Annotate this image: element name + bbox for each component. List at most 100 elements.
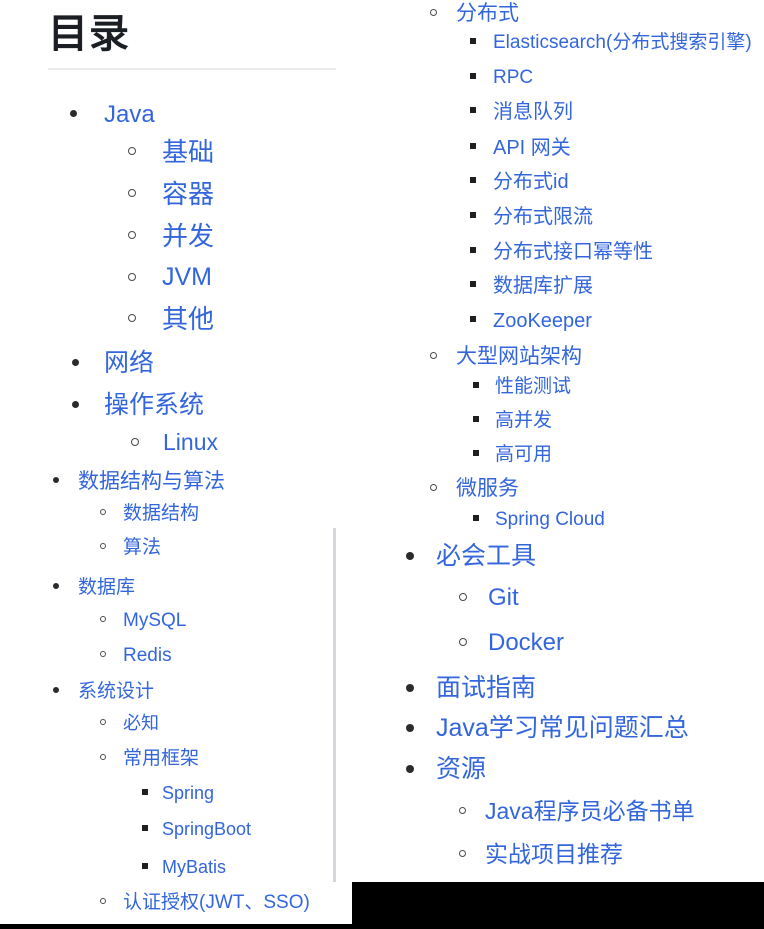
toc-item-level-3[interactable]: Spring <box>0 781 352 807</box>
toc-item-level-3[interactable]: MyBatis <box>0 855 352 881</box>
toc-item-level-3[interactable]: 性能测试 <box>352 374 764 401</box>
toc-item-level-1[interactable]: 数据结构与算法 <box>0 468 352 497</box>
toc-item-level-2[interactable]: 容器 <box>0 178 352 212</box>
toc-link[interactable]: Docker <box>488 628 564 658</box>
toc-item-level-3[interactable]: 高并发 <box>352 408 764 435</box>
toc-link[interactable]: Java <box>104 100 155 130</box>
toc-link[interactable]: Elasticsearch(分布式搜索引擎) <box>493 30 752 55</box>
toc-item-level-3[interactable]: 分布式接口幂等性 <box>352 239 764 267</box>
toc-link[interactable]: 基础 <box>162 136 214 168</box>
toc-link[interactable]: 常用框架 <box>123 746 199 771</box>
toc-link[interactable]: 数据库 <box>78 575 135 600</box>
toc-item-level-3[interactable]: 数据库扩展 <box>352 273 764 301</box>
square-bullet-icon <box>470 38 476 44</box>
toc-link[interactable]: Spring Cloud <box>495 507 605 532</box>
toc-item-level-2[interactable]: Linux <box>0 428 352 459</box>
toc-link[interactable]: Linux <box>163 428 218 457</box>
disc-bullet-icon <box>53 477 59 483</box>
toc-item-level-2[interactable]: Docker <box>352 628 764 660</box>
toc-item-level-1[interactable]: 必会工具 <box>352 541 764 574</box>
toc-item-level-1[interactable]: 面试指南 <box>352 673 764 706</box>
toc-item-level-2[interactable]: 分布式 <box>352 0 764 29</box>
toc-link[interactable]: 必知 <box>123 711 159 735</box>
toc-link[interactable]: 必会工具 <box>436 541 536 572</box>
toc-item-level-3[interactable]: API 网关 <box>352 135 764 163</box>
toc-item-level-3[interactable]: 高可用 <box>352 442 764 469</box>
toc-link[interactable]: JVM <box>162 262 212 293</box>
toc-link[interactable]: RPC <box>493 65 533 90</box>
circle-bullet-icon <box>459 638 467 646</box>
toc-link[interactable]: SpringBoot <box>162 817 251 841</box>
toc-item-level-1[interactable]: 数据库 <box>0 575 352 602</box>
toc-link[interactable]: 性能测试 <box>495 374 571 399</box>
toc-link[interactable]: 面试指南 <box>436 673 536 704</box>
square-bullet-icon <box>142 789 148 795</box>
toc-item-level-3[interactable]: SpringBoot <box>0 817 352 843</box>
toc-item-level-2[interactable]: JVM <box>0 262 352 295</box>
toc-link[interactable]: 微服务 <box>456 475 519 502</box>
toc-item-level-2[interactable]: 数据结构 <box>0 501 352 528</box>
toc-item-level-2[interactable]: 基础 <box>0 136 352 170</box>
toc-link[interactable]: 操作系统 <box>104 390 204 421</box>
toc-link[interactable]: MySQL <box>123 608 186 633</box>
toc-link[interactable]: 系统设计 <box>78 679 154 704</box>
toc-item-level-2[interactable]: 算法 <box>0 535 352 562</box>
toc-link[interactable]: Git <box>488 583 519 613</box>
toc-item-level-3[interactable]: 分布式限流 <box>352 204 764 232</box>
circle-bullet-icon <box>128 231 136 239</box>
toc-item-level-2[interactable]: 微服务 <box>352 475 764 504</box>
toc-link[interactable]: 并发 <box>162 220 214 252</box>
toc-link[interactable]: 算法 <box>123 535 161 560</box>
toc-link[interactable]: 容器 <box>162 178 214 210</box>
toc-link[interactable]: 数据库扩展 <box>493 273 593 299</box>
toc-item-level-2[interactable]: Java程序员必备书单 <box>352 797 764 828</box>
toc-item-level-1[interactable]: Java学习常见问题汇总 <box>352 713 764 746</box>
toc-item-level-2[interactable]: 大型网站架构 <box>352 343 764 372</box>
toc-link[interactable]: 消息队列 <box>493 99 573 125</box>
square-bullet-icon <box>473 515 479 521</box>
toc-link[interactable]: 分布式接口幂等性 <box>493 239 653 265</box>
toc-link[interactable]: 高并发 <box>495 408 552 433</box>
toc-link[interactable]: 数据结构 <box>123 501 199 526</box>
toc-item-level-3[interactable]: 分布式id <box>352 169 764 197</box>
toc-link[interactable]: ZooKeeper <box>493 308 592 334</box>
toc-link[interactable]: Spring <box>162 781 214 805</box>
toc-item-level-3[interactable]: RPC <box>352 65 764 92</box>
toc-item-level-2[interactable]: 其他 <box>0 303 352 337</box>
toc-link[interactable]: 大型网站架构 <box>456 343 582 370</box>
toc-item-level-2[interactable]: Git <box>352 583 764 615</box>
toc-item-level-2[interactable]: 常用框架 <box>0 746 352 773</box>
toc-link[interactable]: 认证授权(JWT、SSO) <box>123 890 310 915</box>
toc-item-level-1[interactable]: Java <box>0 100 352 132</box>
toc-item-level-2[interactable]: 认证授权(JWT、SSO) <box>0 890 352 917</box>
toc-item-level-2[interactable]: Redis <box>0 643 352 670</box>
toc-item-level-3[interactable]: ZooKeeper <box>352 308 764 336</box>
toc-link[interactable]: 其他 <box>162 303 214 335</box>
toc-item-level-2[interactable]: 并发 <box>0 220 352 254</box>
toc-item-level-2[interactable]: 必知 <box>0 711 352 737</box>
toc-link[interactable]: 网络 <box>104 348 154 379</box>
column-divider-line <box>333 528 336 882</box>
toc-link[interactable]: Java学习常见问题汇总 <box>436 713 689 744</box>
toc-link[interactable]: API 网关 <box>493 135 571 161</box>
toc-link[interactable]: 高可用 <box>495 442 552 467</box>
toc-link[interactable]: 实战项目推荐 <box>485 840 623 869</box>
toc-item-level-1[interactable]: 操作系统 <box>0 390 352 423</box>
toc-link[interactable]: Redis <box>123 643 172 668</box>
toc-link[interactable]: 分布式id <box>493 169 569 195</box>
toc-link[interactable]: MyBatis <box>162 855 226 879</box>
toc-link[interactable]: 分布式 <box>456 0 519 27</box>
toc-item-level-1[interactable]: 资源 <box>352 754 764 787</box>
toc-link[interactable]: Java程序员必备书单 <box>485 797 695 826</box>
toc-item-level-2[interactable]: MySQL <box>0 608 352 635</box>
toc-link[interactable]: 资源 <box>436 754 486 785</box>
toc-item-level-1[interactable]: 系统设计 <box>0 679 352 706</box>
toc-item-level-3[interactable]: 消息队列 <box>352 99 764 127</box>
toc-item-level-2[interactable]: 实战项目推荐 <box>352 840 764 871</box>
toc-link[interactable]: 分布式限流 <box>493 204 593 230</box>
circle-bullet-icon <box>100 898 106 904</box>
toc-item-level-1[interactable]: 网络 <box>0 348 352 381</box>
toc-item-level-3[interactable]: Spring Cloud <box>352 507 764 534</box>
toc-link[interactable]: 数据结构与算法 <box>78 468 225 495</box>
toc-item-level-3[interactable]: Elasticsearch(分布式搜索引擎) <box>352 30 764 57</box>
